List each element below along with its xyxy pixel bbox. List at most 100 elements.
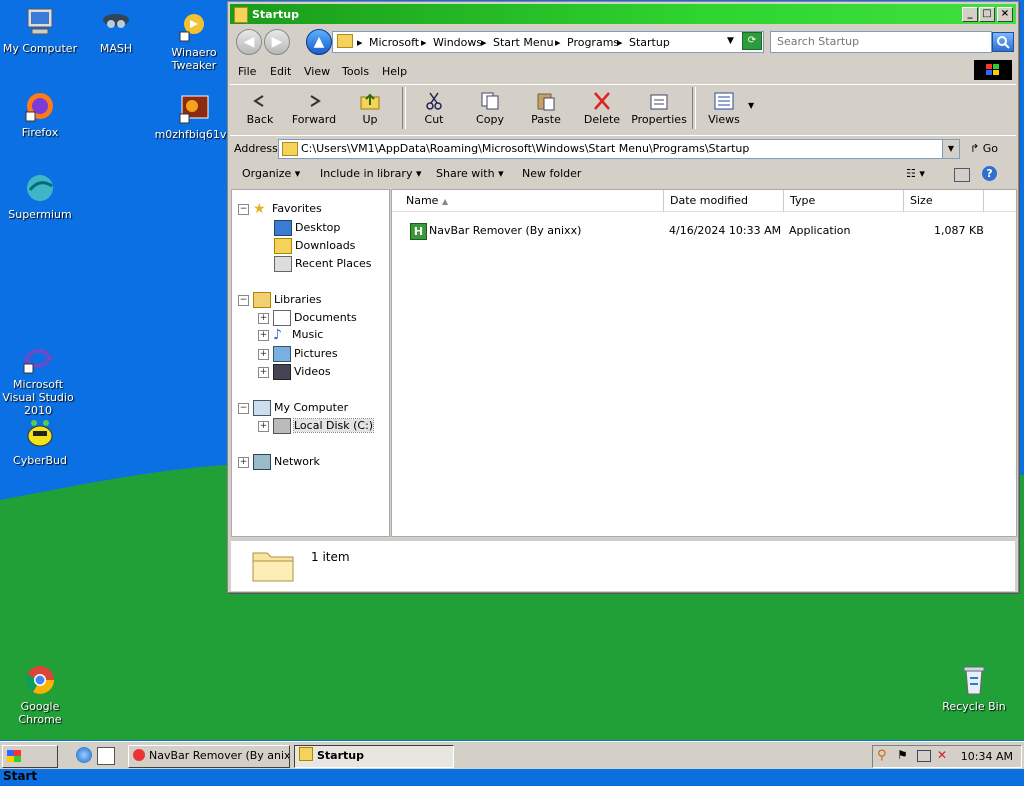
collapse-icon[interactable]: −: [238, 402, 249, 414]
chevron-down-icon[interactable]: ▼: [942, 140, 959, 158]
desktop-icon-image-file[interactable]: m0zhfbiq61v2: [154, 92, 234, 141]
breadcrumb-sep[interactable]: ▸: [555, 36, 561, 49]
desktop-icon-my-computer[interactable]: My Computer: [0, 6, 80, 55]
breadcrumb-startup[interactable]: Startup: [629, 36, 670, 49]
breadcrumb-windows[interactable]: Windows: [433, 36, 482, 49]
copy-button[interactable]: Copy: [462, 91, 518, 126]
clock[interactable]: 10:34 AM: [961, 750, 1013, 763]
include-in-library-button[interactable]: Include in library ▾: [320, 167, 421, 180]
up-button[interactable]: Up: [342, 91, 398, 126]
maximize-button[interactable]: □: [979, 7, 995, 22]
volume-muted-icon[interactable]: ✕: [937, 748, 947, 762]
details-pane: 1 item: [231, 539, 1015, 591]
expand-icon[interactable]: +: [258, 348, 269, 360]
properties-icon: [648, 91, 670, 111]
menu-help[interactable]: Help: [382, 65, 407, 78]
forward-button[interactable]: Forward: [286, 91, 342, 126]
paste-button[interactable]: Paste: [518, 91, 574, 126]
view-options-icon[interactable]: ☷ ▾: [906, 167, 925, 180]
sort-ascending-icon: ▲: [441, 197, 449, 206]
preview-pane-icon[interactable]: [954, 168, 970, 182]
breadcrumb-sep[interactable]: ▸: [617, 36, 623, 49]
properties-button[interactable]: Properties: [628, 91, 690, 126]
search-input[interactable]: [771, 32, 973, 50]
column-header-date[interactable]: Date modified: [664, 190, 784, 212]
tree-item-downloads[interactable]: Downloads: [274, 238, 355, 254]
organize-button[interactable]: Organize ▾: [242, 167, 300, 180]
menu-view[interactable]: View: [304, 65, 330, 78]
file-name: NavBar Remover (By anixx): [429, 224, 582, 237]
show-desktop-icon[interactable]: [97, 747, 115, 765]
collapse-icon[interactable]: −: [238, 203, 249, 215]
windows-logo-icon: [7, 750, 21, 762]
tree-item-videos[interactable]: + Videos: [258, 364, 331, 380]
breadcrumb-microsoft[interactable]: Microsoft: [369, 36, 419, 49]
collapse-icon[interactable]: −: [238, 294, 249, 306]
expand-icon[interactable]: +: [258, 329, 269, 341]
tree-item-recent-places[interactable]: Recent Places: [274, 256, 372, 272]
share-with-button[interactable]: Share with ▾: [436, 167, 504, 180]
delete-button[interactable]: Delete: [574, 91, 630, 126]
flag-icon[interactable]: ⚑: [897, 748, 908, 762]
views-dropdown-icon[interactable]: ▼: [748, 101, 754, 110]
breadcrumb-programs[interactable]: Programs: [567, 36, 619, 49]
chevron-down-icon[interactable]: ▼: [727, 36, 734, 46]
taskbar-item-startup[interactable]: Startup: [294, 745, 454, 768]
breadcrumb-sep[interactable]: ▸: [481, 36, 487, 49]
desktop-icon-mash[interactable]: MASH: [76, 6, 156, 55]
column-header-type[interactable]: Type: [784, 190, 904, 212]
address-field[interactable]: C:\Users\VM1\AppData\Roaming\Microsoft\W…: [278, 139, 960, 159]
go-button[interactable]: ↱ Go: [970, 142, 998, 155]
tree-item-my-computer[interactable]: − My Computer: [238, 400, 348, 416]
start-button[interactable]: Start: [2, 745, 58, 783]
expand-icon[interactable]: +: [258, 366, 269, 378]
cut-button[interactable]: Cut: [406, 91, 462, 126]
tree-item-network[interactable]: + Network: [238, 454, 320, 470]
tree-item-libraries[interactable]: − Libraries: [238, 292, 322, 308]
back-nav-button[interactable]: ◀: [236, 29, 262, 55]
breadcrumb-sep[interactable]: ▸: [421, 36, 427, 49]
desktop-icon-firefox[interactable]: Firefox: [0, 90, 80, 139]
tree-item-documents[interactable]: + Documents: [258, 310, 357, 326]
desktop-icon-visual-studio[interactable]: Microsoft Visual Studio 2010: [0, 342, 78, 417]
menu-edit[interactable]: Edit: [270, 65, 291, 78]
tree-item-desktop[interactable]: Desktop: [274, 220, 340, 236]
breadcrumb-sep[interactable]: ▸: [357, 36, 363, 49]
menu-file[interactable]: File: [238, 65, 256, 78]
expand-icon[interactable]: +: [258, 312, 269, 324]
up-nav-button[interactable]: ▲: [306, 29, 332, 55]
expand-icon[interactable]: +: [258, 420, 269, 432]
back-button[interactable]: Back: [232, 91, 288, 126]
desktop-icon-winaero-tweaker[interactable]: Winaero Tweaker: [154, 10, 234, 72]
tree-item-local-disk[interactable]: + Local Disk (C:): [258, 418, 375, 434]
expand-icon[interactable]: +: [238, 456, 249, 468]
command-bar: Organize ▾ Include in library ▾ Share wi…: [230, 162, 1016, 186]
taskbar: Start NavBar Remover (By anix... Startup…: [0, 741, 1024, 783]
new-folder-button[interactable]: New folder: [522, 167, 581, 180]
breadcrumb-start-menu[interactable]: Start Menu: [493, 36, 554, 49]
desktop-icon-supermium[interactable]: Supermium: [0, 172, 80, 221]
forward-nav-button[interactable]: ▶: [264, 29, 290, 55]
minimize-button[interactable]: _: [962, 7, 978, 22]
help-icon[interactable]: ?: [982, 166, 997, 181]
column-header-name[interactable]: Name ▲: [392, 190, 664, 212]
search-button[interactable]: [992, 32, 1014, 52]
search-icon[interactable]: ⚲: [877, 748, 887, 763]
taskbar-item-navbar-remover[interactable]: NavBar Remover (By anix...: [128, 745, 290, 768]
breadcrumb[interactable]: ▸ Microsoft ▸ Windows ▸ Start Menu ▸ Pro…: [332, 31, 764, 53]
internet-explorer-icon[interactable]: [76, 747, 92, 763]
tree-item-favorites[interactable]: − ★ Favorites: [238, 202, 322, 216]
address-bar: Address C:\Users\VM1\AppData\Roaming\Mic…: [230, 135, 1016, 160]
desktop-icon-recycle-bin[interactable]: Recycle Bin: [934, 664, 1014, 713]
views-button[interactable]: Views: [696, 91, 752, 126]
tree-item-pictures[interactable]: + Pictures: [258, 346, 338, 362]
title-bar[interactable]: Startup _ □ ×: [230, 4, 1016, 24]
menu-tools[interactable]: Tools: [342, 65, 369, 78]
close-button[interactable]: ×: [997, 7, 1013, 22]
desktop-icon-cyberbud[interactable]: CyberBud: [0, 418, 80, 467]
tree-item-music[interactable]: + ♪ Music: [258, 328, 323, 342]
column-header-size[interactable]: Size: [904, 190, 984, 212]
refresh-button[interactable]: ⟳: [742, 32, 762, 50]
network-icon[interactable]: [917, 750, 931, 762]
desktop-icon-google-chrome[interactable]: Google Chrome: [0, 664, 80, 726]
